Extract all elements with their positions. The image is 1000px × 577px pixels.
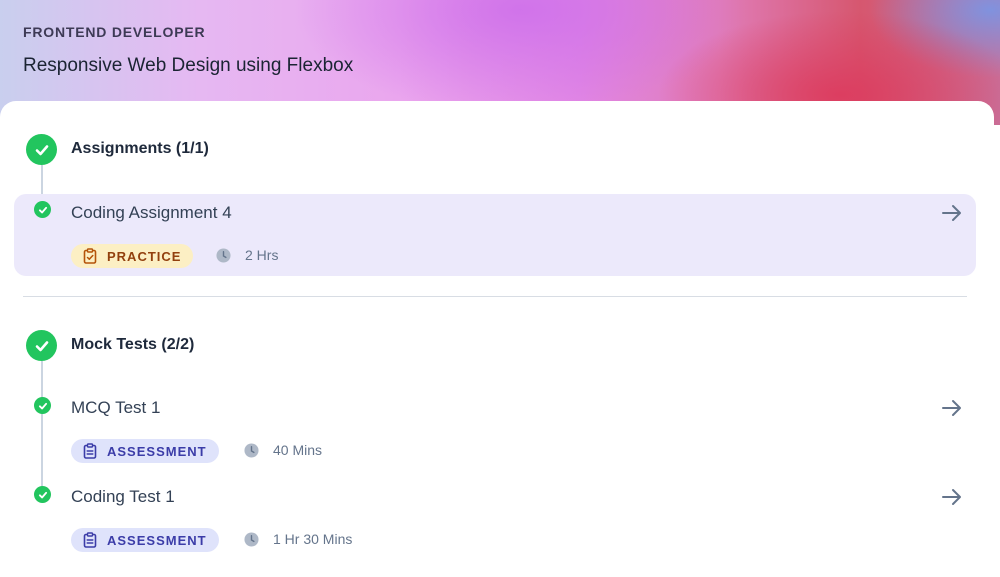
badge-label: ASSESSMENT xyxy=(107,532,207,548)
check-circle-icon xyxy=(34,486,51,503)
practice-badge: PRACTICE xyxy=(71,244,194,268)
check-circle-icon xyxy=(26,330,57,361)
duration-label: 40 Mins xyxy=(273,442,323,458)
section-title-mock-tests: Mock Tests (2/2) xyxy=(71,336,195,353)
assessment-badge: ASSESSMENT xyxy=(71,439,219,463)
arrow-right-icon[interactable] xyxy=(940,396,964,420)
item-title[interactable]: Coding Test 1 xyxy=(71,487,175,507)
course-track-label: FRONTEND DEVELOPER xyxy=(23,24,206,40)
check-circle-icon xyxy=(34,397,51,414)
duration: 1 Hr 30 Mins xyxy=(244,531,352,547)
course-title: Responsive Web Design using Flexbox xyxy=(23,55,354,76)
assessment-badge: ASSESSMENT xyxy=(71,528,219,552)
duration: 2 Hrs xyxy=(216,247,278,263)
duration-label: 1 Hr 30 Mins xyxy=(273,531,353,547)
duration-label: 2 Hrs xyxy=(245,247,279,263)
clipboard-icon xyxy=(83,443,97,459)
clock-icon xyxy=(244,531,259,547)
clipboard-icon xyxy=(83,248,97,264)
check-circle-icon xyxy=(34,201,51,218)
arrow-right-icon[interactable] xyxy=(940,485,964,509)
section-divider xyxy=(23,296,967,297)
item-title[interactable]: Coding Assignment 4 xyxy=(71,203,232,223)
check-circle-icon xyxy=(26,134,57,165)
clock-icon xyxy=(216,247,231,263)
badge-label: PRACTICE xyxy=(107,248,182,264)
clipboard-icon xyxy=(83,532,97,548)
course-content-card: Assignments (1/1) Coding Assignment 4 PR… xyxy=(0,101,994,577)
clock-icon xyxy=(244,442,259,458)
duration: 40 Mins xyxy=(244,442,322,458)
badge-label: ASSESSMENT xyxy=(107,443,207,459)
arrow-right-icon[interactable] xyxy=(940,201,964,225)
item-title[interactable]: MCQ Test 1 xyxy=(71,398,160,418)
section-title-assignments: Assignments (1/1) xyxy=(71,140,209,157)
